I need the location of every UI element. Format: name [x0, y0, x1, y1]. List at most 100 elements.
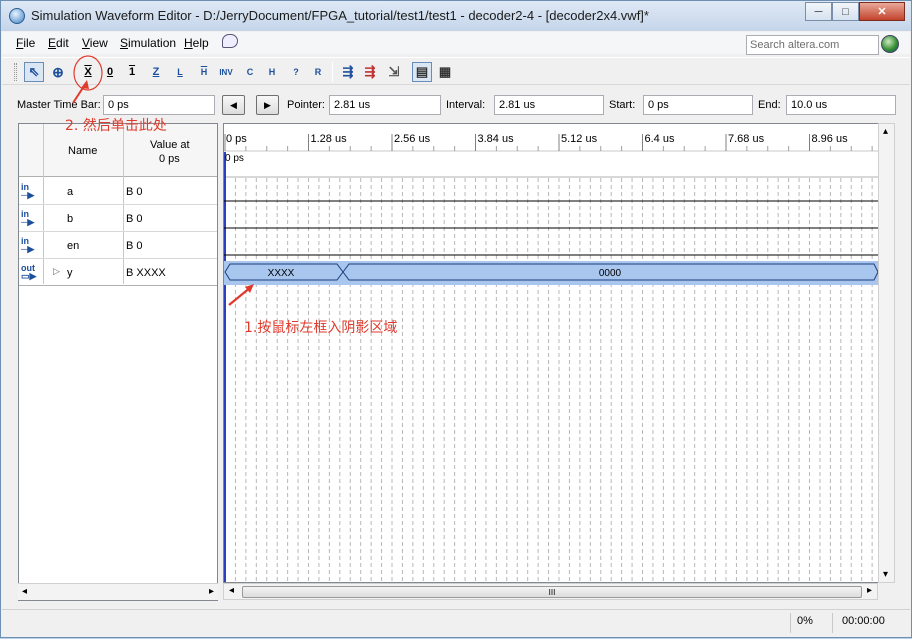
signal-row-en[interactable]: in ─▶ en B 0 [19, 232, 217, 259]
wave-y-value-1: XXXX [268, 268, 295, 279]
thumb-grip-icon: III [548, 587, 556, 597]
signal-name: b [67, 213, 74, 225]
high-impedance-button[interactable]: Z [146, 62, 166, 82]
signal-value: B 0 [126, 240, 143, 252]
signal-row-y[interactable]: out ▭▶ ▷ y B XXXX [19, 259, 217, 286]
input-pin-icon: in ─▶ [21, 236, 35, 254]
forcing-low-button[interactable]: 0 [100, 62, 120, 82]
ruler-tick-label: 6.4 us [645, 133, 675, 145]
annotation-step-1: 1.按鼠标左框入阴影区域 [244, 320, 398, 336]
status-bar: 0% 00:00:00 [2, 609, 910, 635]
waveform-toolbar: ⇖ ⊕ X 0 1 Z L H INV C H ? R ⇶ ⇶ ⇲ ▤ ▦ [2, 57, 910, 85]
elapsed-time-status: 00:00:00 [842, 615, 885, 627]
signal-name: y [67, 267, 73, 279]
waveform-vscrollbar[interactable]: ▴ ▾ [878, 123, 895, 583]
interval-label: Interval: [446, 99, 486, 111]
invert-button[interactable]: INV [216, 62, 236, 82]
waveform-hscrollbar[interactable]: ◂ III ▸ [223, 583, 878, 600]
ruler-tick-label: 8.96 us [812, 133, 849, 145]
signal-value: B 0 [126, 213, 143, 225]
end-label: End: [758, 99, 781, 111]
scroll-right-icon[interactable]: ▸ [867, 585, 872, 596]
progress-status: 0% [797, 615, 813, 627]
ruler-tick-label: 7.68 us [728, 133, 765, 145]
signal-row-a[interactable]: in ─▶ a B 0 [19, 178, 217, 205]
ruler-tick-label: 3.84 us [478, 133, 515, 145]
time-ruler[interactable]: 0 ps 1.28 us 2.56 us 3.84 us 5.12 us 6.4 us 7.… [224, 133, 873, 151]
zoom-tool-button[interactable]: ⊕ [48, 62, 68, 82]
interval-field[interactable]: 2.81 us [494, 95, 604, 115]
random-button[interactable]: R [308, 62, 328, 82]
scroll-thumb[interactable]: III [242, 586, 862, 598]
master-time-bar-field[interactable]: 0 ps [103, 95, 215, 115]
menu-simulation[interactable]: Simulation [120, 36, 176, 50]
signal-value: B 0 [126, 186, 143, 198]
value-column-header[interactable]: Value at [150, 139, 190, 151]
signal-list-hscrollbar[interactable]: ◂ ▸ [18, 583, 218, 600]
expand-icon[interactable]: ▷ [53, 266, 60, 277]
end-field[interactable]: 10.0 us [786, 95, 896, 115]
next-transition-button[interactable]: ▶ [256, 95, 279, 115]
count-value-button[interactable]: C [240, 62, 260, 82]
simulate-timing-button[interactable]: ⇶ [360, 62, 380, 82]
signal-name: en [67, 240, 80, 252]
time-grid [224, 178, 873, 582]
signal-name: a [67, 186, 74, 198]
start-field[interactable]: 0 ps [643, 95, 753, 115]
start-label: Start: [609, 99, 636, 111]
search-input[interactable]: Search altera.com [746, 35, 879, 55]
scroll-left-icon[interactable]: ◂ [22, 586, 27, 597]
ruler-tick-label: 1.28 us [311, 133, 348, 145]
app-window: Simulation Waveform Editor - D:/JerryDoc… [0, 0, 912, 638]
maximize-button[interactable]: □ [832, 2, 859, 21]
wave-y-value-2: 0000 [599, 268, 622, 279]
minimize-button[interactable]: ─ [805, 2, 832, 21]
master-time-bar-label: Master Time Bar: [17, 99, 101, 111]
pointer-field[interactable]: 2.81 us [329, 95, 441, 115]
waveform-panel[interactable]: 0 ps 1.28 us 2.56 us 3.84 us 5.12 us 6.4 us 7.… [223, 123, 879, 583]
name-column-header[interactable]: Name [68, 145, 97, 157]
app-icon [9, 8, 25, 24]
forcing-high-button[interactable]: 1 [122, 62, 142, 82]
scroll-right-icon[interactable]: ▸ [209, 586, 214, 597]
prev-transition-button[interactable]: ◀ [222, 95, 245, 115]
close-button[interactable]: ✕ [859, 2, 905, 21]
input-pin-icon: in ─▶ [21, 182, 35, 200]
waveform-canvas[interactable]: 0 ps 1.28 us 2.56 us 3.84 us 5.12 us 6.4 us 7.… [224, 124, 879, 583]
output-pin-icon: out ▭▶ [21, 263, 37, 281]
weak-low-button[interactable]: L [170, 62, 190, 82]
toolbar-grip[interactable] [14, 63, 17, 81]
menu-file[interactable]: File [16, 36, 35, 50]
grid-settings-button[interactable]: ▦ [435, 62, 455, 82]
signal-list-panel: Name Value at 0 ps in ─▶ a B 0 in ─▶ b B 0… [18, 123, 218, 601]
window-title: Simulation Waveform Editor - D:/JerryDoc… [31, 8, 649, 23]
toolbar-separator [332, 62, 333, 82]
scroll-left-icon[interactable]: ◂ [229, 585, 234, 596]
title-bar: Simulation Waveform Editor - D:/JerryDoc… [1, 1, 911, 31]
scroll-down-icon[interactable]: ▾ [883, 569, 888, 580]
pointer-label: Pointer: [287, 99, 325, 111]
menu-edit[interactable]: Edit [48, 36, 69, 50]
weak-high-button[interactable]: H [194, 62, 214, 82]
snap-grid-button[interactable]: ▤ [412, 62, 432, 82]
ruler-tick-label: 0 ps [226, 133, 247, 145]
value-column-time: 0 ps [159, 153, 180, 165]
simulate-button[interactable]: ⇶ [338, 62, 358, 82]
signal-value: B XXXX [126, 267, 166, 279]
globe-icon[interactable] [881, 35, 899, 53]
ruler-tick-label: 2.56 us [394, 133, 431, 145]
signal-row-b[interactable]: in ─▶ b B 0 [19, 205, 217, 232]
clock-button[interactable]: H [262, 62, 282, 82]
dont-care-button[interactable]: ? [286, 62, 306, 82]
master-time-bar-marker: 0 ps [225, 153, 244, 164]
annotation-step-2: 2. 然后单击此处 [65, 118, 167, 134]
scroll-up-icon[interactable]: ▴ [883, 126, 888, 137]
generate-netlist-button[interactable]: ⇲ [384, 62, 404, 82]
chat-icon[interactable] [222, 34, 238, 48]
selection-tool-button[interactable]: ⇖ [24, 62, 44, 82]
input-pin-icon: in ─▶ [21, 209, 35, 227]
menu-help[interactable]: Help [184, 36, 209, 50]
ruler-tick-label: 5.12 us [561, 133, 598, 145]
menu-view[interactable]: View [82, 36, 108, 50]
uninitialized-button[interactable]: X [78, 62, 98, 82]
